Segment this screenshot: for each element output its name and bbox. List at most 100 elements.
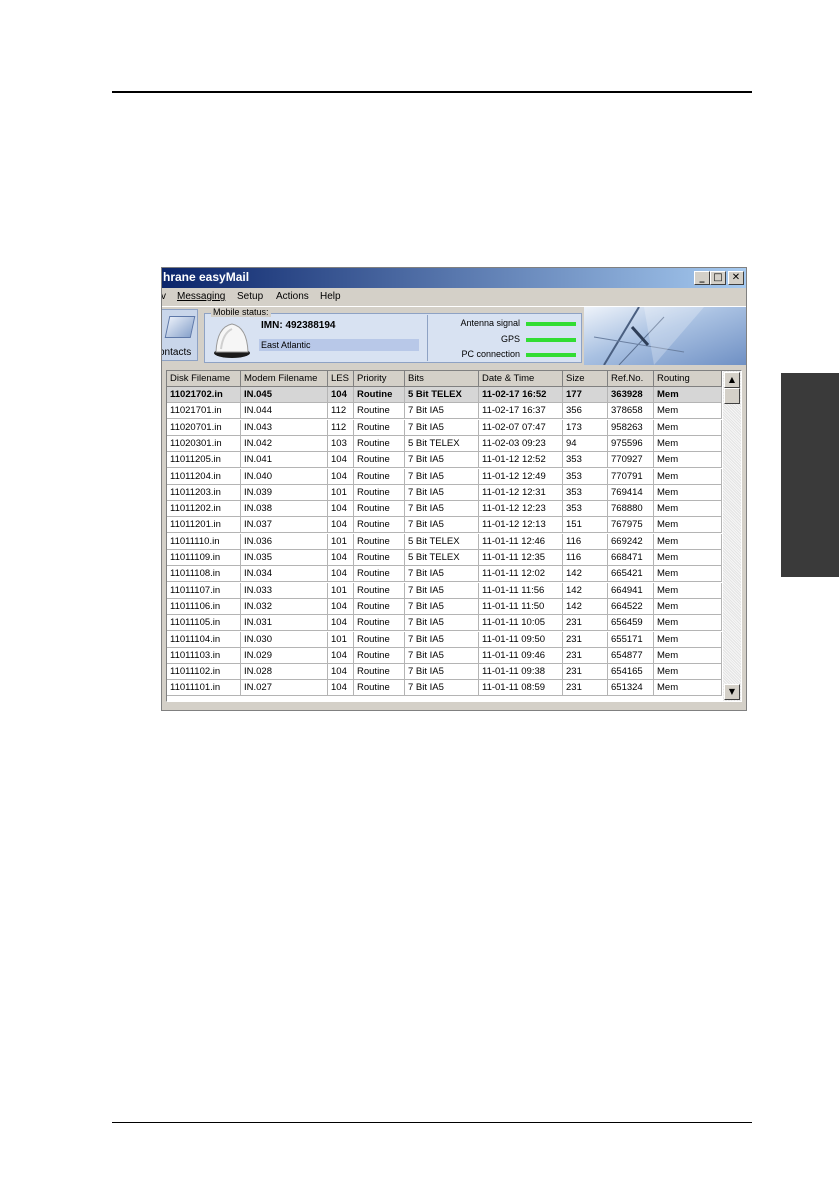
- table-row[interactable]: 11011101.in IN.027 104 Routine 7 Bit IA5 11-0…: [167, 680, 722, 697]
- column-header-routing[interactable]: Routing: [654, 371, 722, 387]
- priority-cell: Routine: [354, 631, 405, 648]
- priority-cell: Routine: [354, 468, 405, 485]
- table-row[interactable]: 11011105.in IN.031 104 Routine 7 Bit IA5 11-0…: [167, 615, 722, 632]
- ref-no-cell: 767975: [608, 517, 654, 534]
- column-header-size[interactable]: Size: [563, 371, 608, 387]
- table-row[interactable]: 11011106.in IN.032 104 Routine 7 Bit IA5 11-0…: [167, 598, 722, 615]
- priority-cell: Routine: [354, 517, 405, 534]
- disk-filename-cell: 11011201.in: [167, 517, 241, 534]
- modem-filename-cell: IN.033: [241, 582, 328, 599]
- menu-messaging[interactable]: Messaging: [177, 291, 225, 302]
- column-header-les[interactable]: LES: [328, 371, 354, 387]
- routing-cell: Mem: [654, 435, 722, 452]
- pc-connection-bar: [526, 353, 576, 357]
- size-cell: 231: [563, 615, 608, 632]
- priority-cell: Routine: [354, 501, 405, 518]
- bits-cell: 7 Bit IA5: [405, 582, 479, 599]
- table-row[interactable]: 11011205.in IN.041 104 Routine 7 Bit IA5 11-0…: [167, 452, 722, 469]
- antenna-signal-indicator: Antenna signal: [428, 317, 578, 331]
- bits-cell: 7 Bit IA5: [405, 647, 479, 664]
- scroll-thumb[interactable]: [724, 388, 740, 404]
- scroll-down-button[interactable]: ▼: [724, 684, 740, 700]
- table-row[interactable]: 11011203.in IN.039 101 Routine 7 Bit IA5 11-0…: [167, 484, 722, 501]
- column-header-disk-filename[interactable]: Disk Filename: [167, 371, 241, 387]
- table-row[interactable]: 11011202.in IN.038 104 Routine 7 Bit IA5 11-0…: [167, 501, 722, 518]
- table-row[interactable]: 11011110.in IN.036 101 Routine 5 Bit TELEX 11…: [167, 533, 722, 550]
- priority-cell: Routine: [354, 566, 405, 583]
- bits-cell: 7 Bit IA5: [405, 517, 479, 534]
- scroll-up-button[interactable]: ▲: [724, 372, 740, 388]
- table-row[interactable]: 11011102.in IN.028 104 Routine 7 Bit IA5 11-0…: [167, 664, 722, 681]
- bits-cell: 5 Bit TELEX: [405, 435, 479, 452]
- bits-cell: 7 Bit IA5: [405, 598, 479, 615]
- size-cell: 151: [563, 517, 608, 534]
- menu-view[interactable]: v: [162, 291, 166, 302]
- column-header-priority[interactable]: Priority: [354, 371, 405, 387]
- table-row[interactable]: 11020301.in IN.042 103 Routine 5 Bit TELEX 11…: [167, 435, 722, 452]
- date-time-cell: 11-01-11 11:56: [479, 582, 563, 599]
- routing-cell: Mem: [654, 664, 722, 681]
- modem-filename-cell: IN.039: [241, 484, 328, 501]
- vertical-scrollbar[interactable]: ▲ ▼: [723, 371, 741, 701]
- date-time-cell: 11-01-11 09:38: [479, 664, 563, 681]
- minimize-button[interactable]: _: [694, 271, 710, 285]
- table-row[interactable]: 11021701.in IN.044 112 Routine 7 Bit IA5 11-0…: [167, 403, 722, 420]
- table-row[interactable]: 11011108.in IN.034 104 Routine 7 Bit IA5 11-0…: [167, 566, 722, 583]
- chapter-tab: [781, 373, 839, 577]
- ref-no-cell: 664941: [608, 582, 654, 599]
- table-row[interactable]: 11011201.in IN.037 104 Routine 7 Bit IA5 11-0…: [167, 517, 722, 534]
- date-time-cell: 11-01-11 11:50: [479, 598, 563, 615]
- les-cell: 101: [328, 631, 354, 648]
- bits-cell: 7 Bit IA5: [405, 484, 479, 501]
- table-row[interactable]: 11021702.in IN.045 104 Routine 5 Bit TELEX 11…: [167, 387, 722, 403]
- routing-cell: Mem: [654, 598, 722, 615]
- close-button[interactable]: ✕: [728, 271, 744, 285]
- column-header-modem-filename[interactable]: Modem Filename: [241, 371, 328, 387]
- routing-cell: Mem: [654, 550, 722, 566]
- header-rule: [112, 91, 752, 93]
- table-row[interactable]: 11011103.in IN.029 104 Routine 7 Bit IA5 11-0…: [167, 647, 722, 664]
- size-cell: 353: [563, 468, 608, 485]
- menu-setup[interactable]: Setup: [237, 291, 263, 302]
- size-cell: 231: [563, 664, 608, 681]
- column-header-date-time[interactable]: Date & Time: [479, 371, 563, 387]
- priority-cell: Routine: [354, 435, 405, 452]
- routing-cell: Mem: [654, 631, 722, 648]
- size-cell: 116: [563, 533, 608, 550]
- priority-cell: Routine: [354, 582, 405, 599]
- menu-actions[interactable]: Actions: [276, 291, 309, 302]
- ref-no-cell: 655171: [608, 631, 654, 648]
- message-table: Disk Filename Modem Filename LES Priorit…: [166, 370, 742, 702]
- toolbar: ontacts Mobile status: IMN: 492388194 Ea…: [162, 306, 746, 366]
- modem-filename-cell: IN.027: [241, 680, 328, 697]
- title-bar[interactable]: hrane easyMail _ □ ✕: [162, 268, 746, 288]
- les-cell: 104: [328, 501, 354, 518]
- column-header-bits[interactable]: Bits: [405, 371, 479, 387]
- menu-help[interactable]: Help: [320, 291, 341, 302]
- bits-cell: 5 Bit TELEX: [405, 387, 479, 403]
- les-cell: 104: [328, 598, 354, 615]
- table-row[interactable]: 11011104.in IN.030 101 Routine 7 Bit IA5 11-0…: [167, 631, 722, 648]
- table-row[interactable]: 11011204.in IN.040 104 Routine 7 Bit IA5 11-0…: [167, 468, 722, 485]
- page-corner: [833, 0, 839, 6]
- ocean-region: East Atlantic: [261, 340, 311, 350]
- column-header-ref-no[interactable]: Ref.No.: [608, 371, 654, 387]
- disk-filename-cell: 11020301.in: [167, 435, 241, 452]
- gps-indicator: GPS: [428, 333, 578, 347]
- disk-filename-cell: 11011102.in: [167, 664, 241, 681]
- contacts-button[interactable]: ontacts: [162, 309, 198, 361]
- ref-no-cell: 958263: [608, 419, 654, 436]
- table-row[interactable]: 11011109.in IN.035 104 Routine 5 Bit TELEX 11…: [167, 550, 722, 566]
- ref-no-cell: 975596: [608, 435, 654, 452]
- modem-filename-cell: IN.041: [241, 452, 328, 469]
- gps-label: GPS: [500, 334, 520, 344]
- disk-filename-cell: 11011109.in: [167, 550, 241, 566]
- modem-filename-cell: IN.031: [241, 615, 328, 632]
- date-time-cell: 11-01-11 08:59: [479, 680, 563, 697]
- table-row[interactable]: 11020701.in IN.043 112 Routine 7 Bit IA5 11-0…: [167, 419, 722, 436]
- maximize-button[interactable]: □: [710, 271, 726, 285]
- modem-filename-cell: IN.044: [241, 403, 328, 420]
- ship-banner-image: [584, 306, 746, 366]
- table-row[interactable]: 11011107.in IN.033 101 Routine 7 Bit IA5 11-0…: [167, 582, 722, 599]
- ref-no-cell: 770927: [608, 452, 654, 469]
